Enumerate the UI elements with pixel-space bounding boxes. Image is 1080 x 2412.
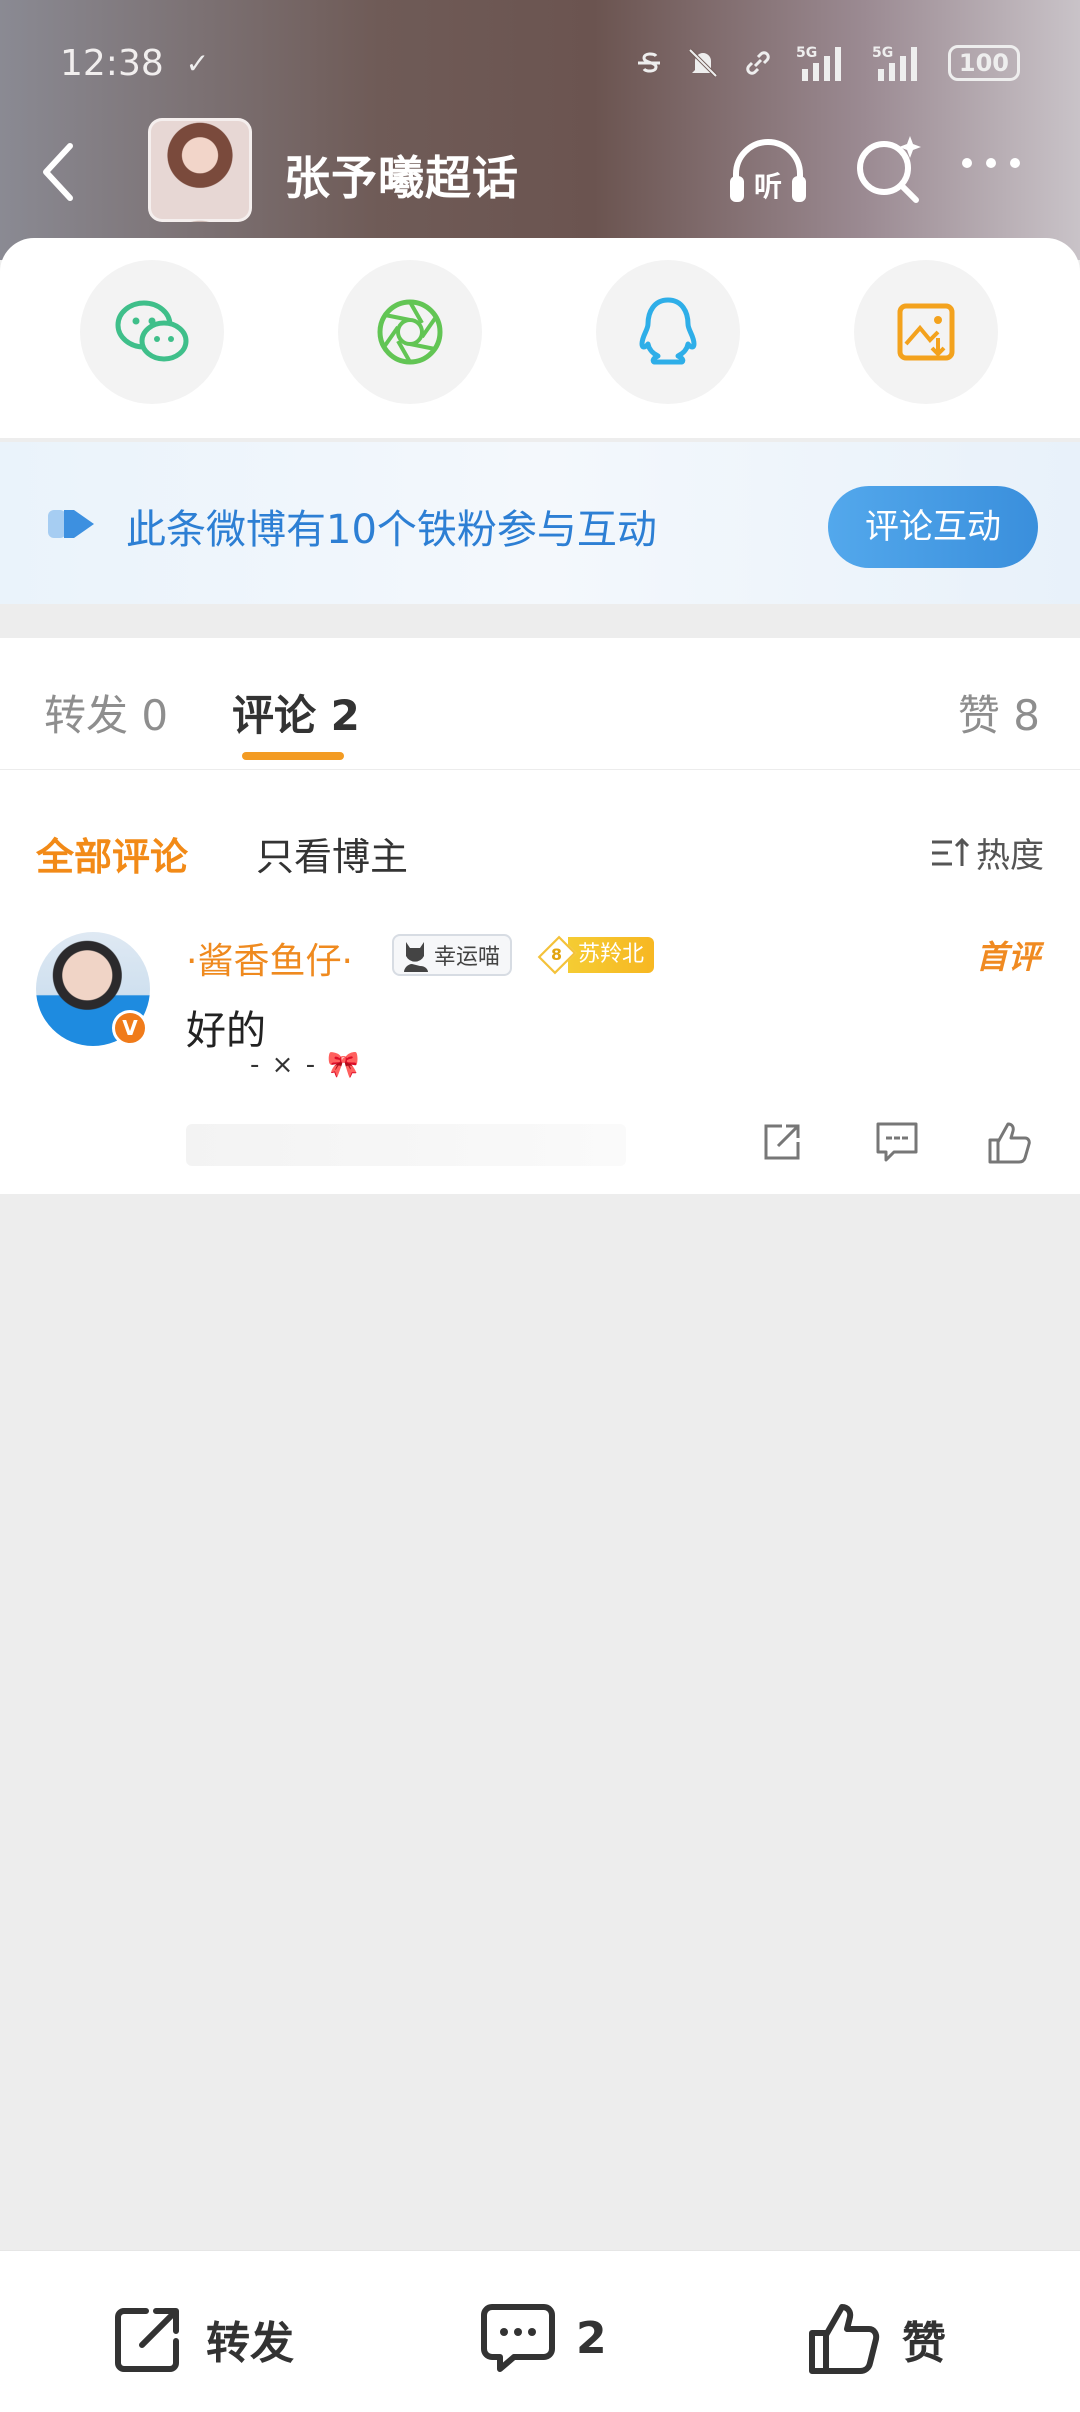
share-sheet <box>0 238 1080 438</box>
reply-comment-button[interactable] <box>874 1120 920 1168</box>
comment-username[interactable]: ·酱香鱼仔· <box>186 932 353 984</box>
banner-text: 此条微博有10个铁粉参与互动 <box>126 507 657 553</box>
comment-icon <box>876 1122 918 1162</box>
more-button[interactable] <box>962 158 1020 168</box>
super-search-button[interactable] <box>852 132 926 210</box>
save-image-button[interactable] <box>854 260 998 404</box>
save-image-icon <box>897 303 955 361</box>
thumbs-up-icon <box>809 2304 880 2374</box>
comment-meta-blurred <box>186 1124 626 1166</box>
share-qq-button[interactable] <box>596 260 740 404</box>
search-sparkle-icon <box>857 136 921 203</box>
comment-filter-bar: 全部评论 只看博主 热度 <box>0 770 1080 902</box>
moments-icon <box>377 299 443 365</box>
status-icons: 5G 5G 100 <box>634 43 1020 83</box>
header-background: 12:38 ✓ 5G 5G 100 张予曦超话 听 <box>0 0 1080 260</box>
sort-icon <box>932 837 970 866</box>
tab-likes[interactable]: 赞 8 <box>958 682 1040 743</box>
svg-text:听: 听 <box>754 170 782 203</box>
qq-icon <box>639 297 697 365</box>
comment-item: V ·酱香鱼仔· 幸运喵 8 苏羚北 首评 好的 - × - 🎀 <box>0 902 1080 1194</box>
fan-level-badge[interactable]: 8 苏羚北 <box>537 934 655 976</box>
bottom-action-bar: 转发 2 赞 <box>0 2250 1080 2412</box>
svg-text:5G: 5G <box>796 45 817 61</box>
mute-bell-icon <box>688 48 718 78</box>
filter-owner-only[interactable]: 只看博主 <box>256 826 408 881</box>
dot <box>962 158 972 168</box>
strike-icon <box>637 52 660 73</box>
tab-reposts[interactable]: 转发 0 <box>44 682 168 743</box>
listen-button[interactable]: 听 <box>726 132 810 216</box>
bow-decoration-icon: - × - 🎀 <box>250 1050 362 1080</box>
comment-count: 2 <box>576 2312 607 2364</box>
signal-5g-icon-1: 5G <box>796 45 841 81</box>
share-wechat-button[interactable] <box>80 260 224 404</box>
check-icon: ✓ <box>185 46 210 80</box>
svg-text:5G: 5G <box>872 45 893 61</box>
fan-group-name: 苏羚北 <box>568 937 655 973</box>
headphones-icon: 听 <box>730 139 806 203</box>
repost-icon <box>115 2308 179 2372</box>
lucky-badge-label: 幸运喵 <box>434 945 501 970</box>
first-comment-badge: 首评 <box>975 938 1040 976</box>
comment-text: 好的 <box>186 1008 266 1054</box>
interaction-tabs: 转发 0 评论 2 赞 8 <box>0 638 1080 770</box>
repost-label: 转发 <box>206 2318 294 2369</box>
filter-all-comments[interactable]: 全部评论 <box>36 826 188 881</box>
page-title[interactable]: 张予曦超话 <box>284 142 519 208</box>
active-tab-indicator <box>242 752 344 760</box>
tab-comments[interactable]: 评论 2 <box>232 682 360 743</box>
comment-button[interactable]: 2 <box>480 2301 607 2375</box>
comment-bubble-icon <box>481 2304 555 2372</box>
comment-interact-button[interactable]: 评论互动 <box>828 486 1038 568</box>
dot <box>986 158 996 168</box>
like-button[interactable]: 赞 <box>806 2301 946 2377</box>
signal-5g-icon-2: 5G <box>872 45 917 81</box>
lucky-cat-badge[interactable]: 幸运喵 <box>392 934 513 976</box>
like-label: 赞 <box>902 2318 946 2369</box>
wechat-icon <box>115 300 189 362</box>
verified-badge: V <box>112 1010 148 1046</box>
dot <box>1010 158 1020 168</box>
sort-button[interactable]: 热度 <box>930 828 1044 877</box>
repost-button[interactable]: 转发 <box>110 2301 294 2377</box>
play-arrow-icon <box>48 510 94 538</box>
nav-bar: 张予曦超话 听 <box>0 118 1080 228</box>
back-button[interactable] <box>38 140 78 208</box>
thumbs-up-icon <box>988 1122 1031 1164</box>
share-comment-button[interactable] <box>760 1120 804 1168</box>
chevron-left-icon <box>43 143 73 201</box>
cat-icon <box>404 942 428 972</box>
status-time: 12:38 <box>60 42 164 84</box>
share-icon <box>764 1124 800 1160</box>
status-bar: 12:38 ✓ 5G 5G 100 <box>60 38 1020 88</box>
sort-label: 热度 <box>976 836 1044 876</box>
link-icon <box>746 51 770 75</box>
topic-avatar[interactable] <box>148 118 252 222</box>
like-comment-button[interactable] <box>986 1120 1034 1170</box>
battery-indicator: 100 <box>947 45 1020 81</box>
share-moments-button[interactable] <box>338 260 482 404</box>
iron-fan-banner[interactable]: 此条微博有10个铁粉参与互动 评论互动 <box>0 442 1080 604</box>
